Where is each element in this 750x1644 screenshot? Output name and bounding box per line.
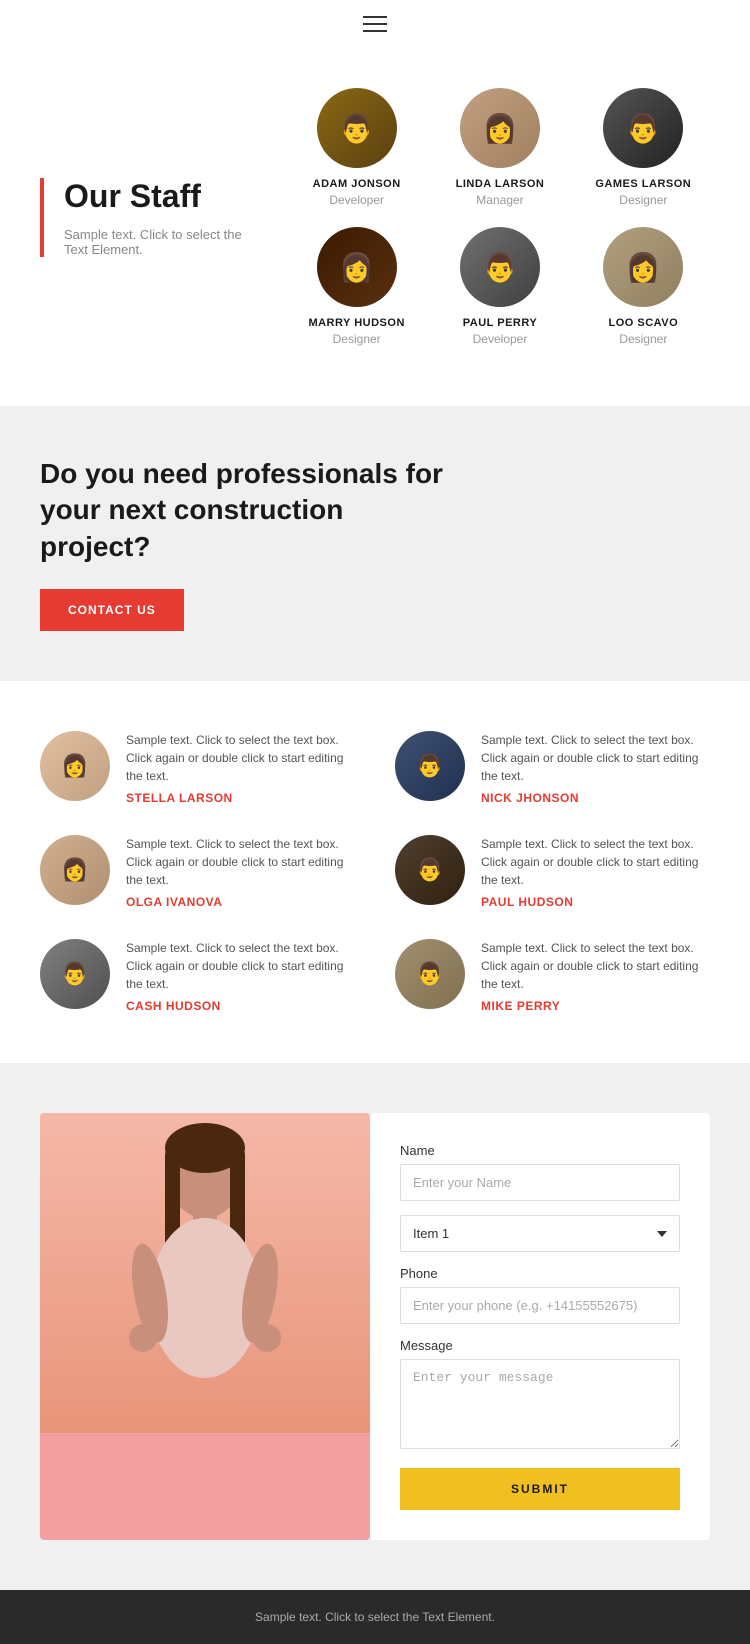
staff-avatar: 👩 <box>460 88 540 168</box>
staff-grid: 👨 ADAM JONSON Developer 👩 LINDA LARSON M… <box>290 88 710 346</box>
team-list-item: 👨 Sample text. Click to select the text … <box>395 731 710 805</box>
contact-image <box>40 1113 370 1540</box>
staff-member-role: Developer <box>433 332 566 346</box>
staff-member-name: ADAM JONSON <box>290 178 423 190</box>
team-list-name: PAUL HUDSON <box>481 895 710 909</box>
staff-member: 👨 PAUL PERRY Developer <box>433 227 566 346</box>
staff-member: 👩 LINDA LARSON Manager <box>433 88 566 207</box>
staff-avatar: 👩 <box>317 227 397 307</box>
team-list-name: MIKE PERRY <box>481 999 710 1013</box>
team-list-desc: Sample text. Click to select the text bo… <box>481 939 710 993</box>
team-list-avatar: 👩 <box>40 731 110 801</box>
team-list-item: 👨 Sample text. Click to select the text … <box>395 939 710 1013</box>
team-list-avatar: 👨 <box>395 731 465 801</box>
menu-icon[interactable] <box>363 16 387 32</box>
team-list-name: OLGA IVANOVA <box>126 895 355 909</box>
team-list-avatar: 👩 <box>40 835 110 905</box>
message-label: Message <box>400 1338 680 1353</box>
team-list-text: Sample text. Click to select the text bo… <box>481 731 710 805</box>
team-list-avatar: 👨 <box>395 939 465 1009</box>
staff-member-name: PAUL PERRY <box>433 317 566 329</box>
staff-member-role: Manager <box>433 193 566 207</box>
team-list-item: 👩 Sample text. Click to select the text … <box>40 835 355 909</box>
staff-member: 👨 GAMES LARSON Designer <box>577 88 710 207</box>
name-label: Name <box>400 1143 680 1158</box>
team-list-text: Sample text. Click to select the text bo… <box>126 939 355 1013</box>
team-list-item: 👩 Sample text. Click to select the text … <box>40 731 355 805</box>
team-list-desc: Sample text. Click to select the text bo… <box>126 835 355 889</box>
staff-member: 👩 LOO SCAVO Designer <box>577 227 710 346</box>
staff-avatar: 👨 <box>603 88 683 168</box>
staff-member-name: LOO SCAVO <box>577 317 710 329</box>
header <box>0 0 750 48</box>
staff-member: 👨 ADAM JONSON Developer <box>290 88 423 207</box>
contact-section: Name Item 1Item 2Item 3 Phone Message SU… <box>0 1063 750 1590</box>
team-list-desc: Sample text. Click to select the text bo… <box>126 939 355 993</box>
footer-text: Sample text. Click to select the Text El… <box>20 1610 730 1624</box>
staff-avatar: 👨 <box>460 227 540 307</box>
staff-subtitle: Sample text. Click to select the Text El… <box>64 227 260 257</box>
team-list-desc: Sample text. Click to select the text bo… <box>481 835 710 889</box>
team-list-text: Sample text. Click to select the text bo… <box>481 835 710 909</box>
staff-member-role: Designer <box>577 332 710 346</box>
submit-button[interactable]: SUBMIT <box>400 1468 680 1510</box>
team-list-desc: Sample text. Click to select the text bo… <box>481 731 710 785</box>
staff-avatar: 👨 <box>317 88 397 168</box>
team-list-desc: Sample text. Click to select the text bo… <box>126 731 355 785</box>
staff-member: 👩 MARRY HUDSON Designer <box>290 227 423 346</box>
staff-member-role: Designer <box>577 193 710 207</box>
team-list-name: CASH HUDSON <box>126 999 355 1013</box>
staff-member-name: GAMES LARSON <box>577 178 710 190</box>
team-list-grid: 👩 Sample text. Click to select the text … <box>40 731 710 1013</box>
team-list-item: 👨 Sample text. Click to select the text … <box>395 835 710 909</box>
staff-member-name: LINDA LARSON <box>433 178 566 190</box>
message-input[interactable] <box>400 1359 680 1449</box>
team-list-avatar: 👨 <box>40 939 110 1009</box>
staff-member-name: MARRY HUDSON <box>290 317 423 329</box>
team-list-avatar: 👨 <box>395 835 465 905</box>
team-list-text: Sample text. Click to select the text bo… <box>126 835 355 909</box>
contact-us-button[interactable]: CONTACT US <box>40 589 184 631</box>
cta-section: Do you need professionals for your next … <box>0 406 750 681</box>
team-list-text: Sample text. Click to select the text bo… <box>481 939 710 1013</box>
team-list-name: NICK JHONSON <box>481 791 710 805</box>
staff-member-role: Designer <box>290 332 423 346</box>
team-list-section: 👩 Sample text. Click to select the text … <box>0 681 750 1063</box>
team-list-text: Sample text. Click to select the text bo… <box>126 731 355 805</box>
name-input[interactable] <box>400 1164 680 1201</box>
phone-label: Phone <box>400 1266 680 1281</box>
team-list-name: STELLA LARSON <box>126 791 355 805</box>
staff-member-role: Developer <box>290 193 423 207</box>
phone-input[interactable] <box>400 1287 680 1324</box>
footer: Sample text. Click to select the Text El… <box>0 1590 750 1644</box>
staff-avatar: 👩 <box>603 227 683 307</box>
item-select[interactable]: Item 1Item 2Item 3 <box>400 1215 680 1252</box>
cta-heading: Do you need professionals for your next … <box>40 456 460 565</box>
staff-section: Our Staff Sample text. Click to select t… <box>0 48 750 406</box>
staff-title: Our Staff <box>64 178 260 215</box>
team-list-item: 👨 Sample text. Click to select the text … <box>40 939 355 1013</box>
contact-form: Name Item 1Item 2Item 3 Phone Message SU… <box>370 1113 710 1540</box>
